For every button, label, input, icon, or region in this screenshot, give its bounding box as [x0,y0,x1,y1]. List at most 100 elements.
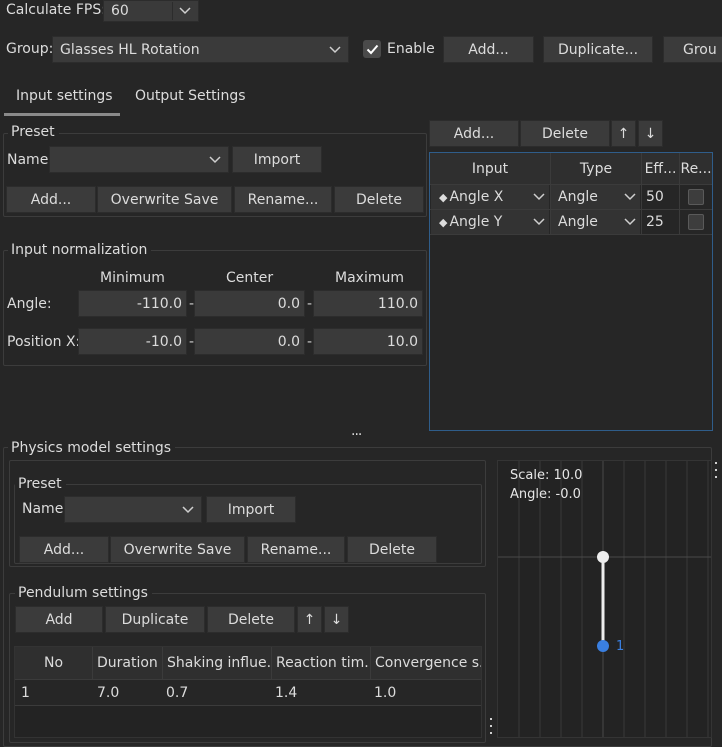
header-reaction-time[interactable]: Reaction tim... [272,647,370,679]
header-no[interactable]: No [15,647,92,679]
pendulum-table[interactable]: No Duration Shaking influe... Reaction t… [14,646,482,738]
input-preset-add-button[interactable]: Add... [6,186,96,213]
range-dash: - [307,296,313,312]
header-convergence[interactable]: Convergence s... [371,647,481,679]
pendulum-title: Pendulum settings [15,586,152,600]
duplicate-group-button[interactable]: Duplicate... [543,36,653,63]
pendulum-row-no: 1 [21,684,30,701]
checkmark-icon [366,44,378,54]
vertical-splitter-handle[interactable] [489,718,493,734]
enable-label: Enable [387,41,435,57]
physics-preset-delete-button[interactable]: Delete [347,536,437,563]
input-row-2-input-select[interactable]: ◆ Angle Y [431,210,549,234]
physics-preset-import-button[interactable]: Import [206,496,296,523]
diamond-icon: ◆ [439,215,448,229]
physics-preset-name-select[interactable] [64,496,202,523]
input-move-down-button[interactable]: ↓ [638,120,663,147]
input-row-1-type-select[interactable]: Angle [551,185,640,209]
physics-preset-rename-button[interactable]: Rename... [247,536,345,563]
header-input[interactable]: Input [430,153,550,184]
vertical-splitter-handle[interactable] [714,462,718,478]
preview-scale-text: Scale: 10.0 [510,468,583,483]
input-row-2-reverse-checkbox[interactable] [688,214,704,230]
input-preset-delete-button[interactable]: Delete [334,186,424,213]
fps-label: Calculate FPS: [6,2,106,18]
tab-input-settings[interactable]: Input settings [0,80,120,116]
tab-output-settings[interactable]: Output Settings [122,80,252,116]
header-shaking-influence[interactable]: Shaking influe... [163,647,271,679]
arrow-up-icon: ↑ [617,125,630,142]
splitter-handle[interactable]: ... [351,424,362,438]
input-preset-overwrite-button[interactable]: Overwrite Save [97,186,232,213]
pendulum-delete-button[interactable]: Delete [207,606,295,633]
pendulum-add-button[interactable]: Add [15,606,103,633]
pendulum-row-shaking: 0.7 [166,684,189,701]
physics-preset-add-button[interactable]: Add... [19,536,109,563]
chevron-down-icon [624,193,636,201]
chevron-down-icon [533,218,545,226]
pendulum-pivot [597,551,609,563]
arrow-down-icon: ↓ [644,125,657,142]
pendulum-duplicate-button[interactable]: Duplicate [105,606,205,633]
angle-center-input[interactable]: 0.0 [194,290,305,317]
normalization-col-max: Maximum [335,270,404,286]
group-select[interactable]: Glasses HL Rotation [52,36,349,63]
input-table[interactable]: Input Type Eff... Re... ◆ Angle X Angle … [429,152,713,431]
fps-select[interactable]: 60 [103,0,199,22]
column-divider [679,153,680,235]
physics-preset-overwrite-button[interactable]: Overwrite Save [110,536,245,563]
input-row-2-effect[interactable]: 25 [642,210,679,234]
pendulum-move-up-button[interactable]: ↑ [297,606,322,633]
chevron-down-icon [328,43,342,57]
add-group-button[interactable]: Add... [443,36,534,63]
input-preset-import-button[interactable]: Import [232,146,322,173]
tab-input-settings-label: Input settings [16,88,113,104]
group-settings-button[interactable]: Grou [663,36,722,63]
pendulum-preview[interactable]: Scale: 10.0 Angle: -0.0 1 [497,460,712,738]
input-row-1-input: Angle X [449,189,504,205]
diamond-icon: ◆ [439,190,448,204]
input-row-1-reverse-checkbox[interactable] [688,189,704,205]
normalization-angle-label: Angle: [7,296,52,312]
position-min-input[interactable]: -10.0 [78,328,187,355]
pendulum-move-down-button[interactable]: ↓ [324,606,349,633]
pendulum-row-reaction: 1.4 [275,684,298,701]
input-preset-name-select[interactable] [49,146,229,173]
header-type[interactable]: Type [551,153,641,184]
header-reverse[interactable]: Re... [680,153,712,184]
position-max-input[interactable]: 10.0 [313,328,423,355]
input-preset-name-label: Name: [7,152,54,168]
normalization-title: Input normalization [8,243,152,257]
input-add-button[interactable]: Add... [429,120,519,147]
position-center-input[interactable]: 0.0 [194,328,305,355]
tab-output-settings-label: Output Settings [135,88,246,104]
pendulum-node [597,640,609,652]
enable-checkbox[interactable] [363,40,381,58]
input-move-up-button[interactable]: ↑ [611,120,636,147]
angle-max-input[interactable]: 110.0 [313,290,423,317]
chevron-down-icon [208,153,222,167]
header-effect[interactable]: Eff... [642,153,679,184]
input-delete-button[interactable]: Delete [520,120,610,147]
input-row-2-input: Angle Y [449,214,503,230]
chevron-down-icon [624,218,636,226]
input-row-1-type: Angle [558,189,598,205]
range-dash: - [307,334,313,350]
input-row-2-type: Angle [558,214,598,230]
table-row[interactable]: 1 7.0 0.7 1.4 1.0 [15,680,481,705]
input-row-2-type-select[interactable]: Angle [551,210,640,234]
preview-angle-text: Angle: -0.0 [510,487,581,502]
normalization-col-min: Minimum [100,270,165,286]
group-value: Glasses HL Rotation [60,41,200,58]
pendulum-row-convergence: 1.0 [374,684,397,701]
input-row-1-input-select[interactable]: ◆ Angle X [431,185,549,209]
angle-min-input[interactable]: -110.0 [78,290,187,317]
physics-preset-title: Preset [15,477,66,491]
pendulum-row-duration: 7.0 [97,684,120,701]
chevron-down-icon [533,193,545,201]
input-row-1-effect[interactable]: 50 [642,185,679,209]
group-label: Group: [6,41,54,57]
input-preset-rename-button[interactable]: Rename... [234,186,332,213]
tab-active-indicator [4,113,120,116]
preview-node-label: 1 [616,639,625,654]
